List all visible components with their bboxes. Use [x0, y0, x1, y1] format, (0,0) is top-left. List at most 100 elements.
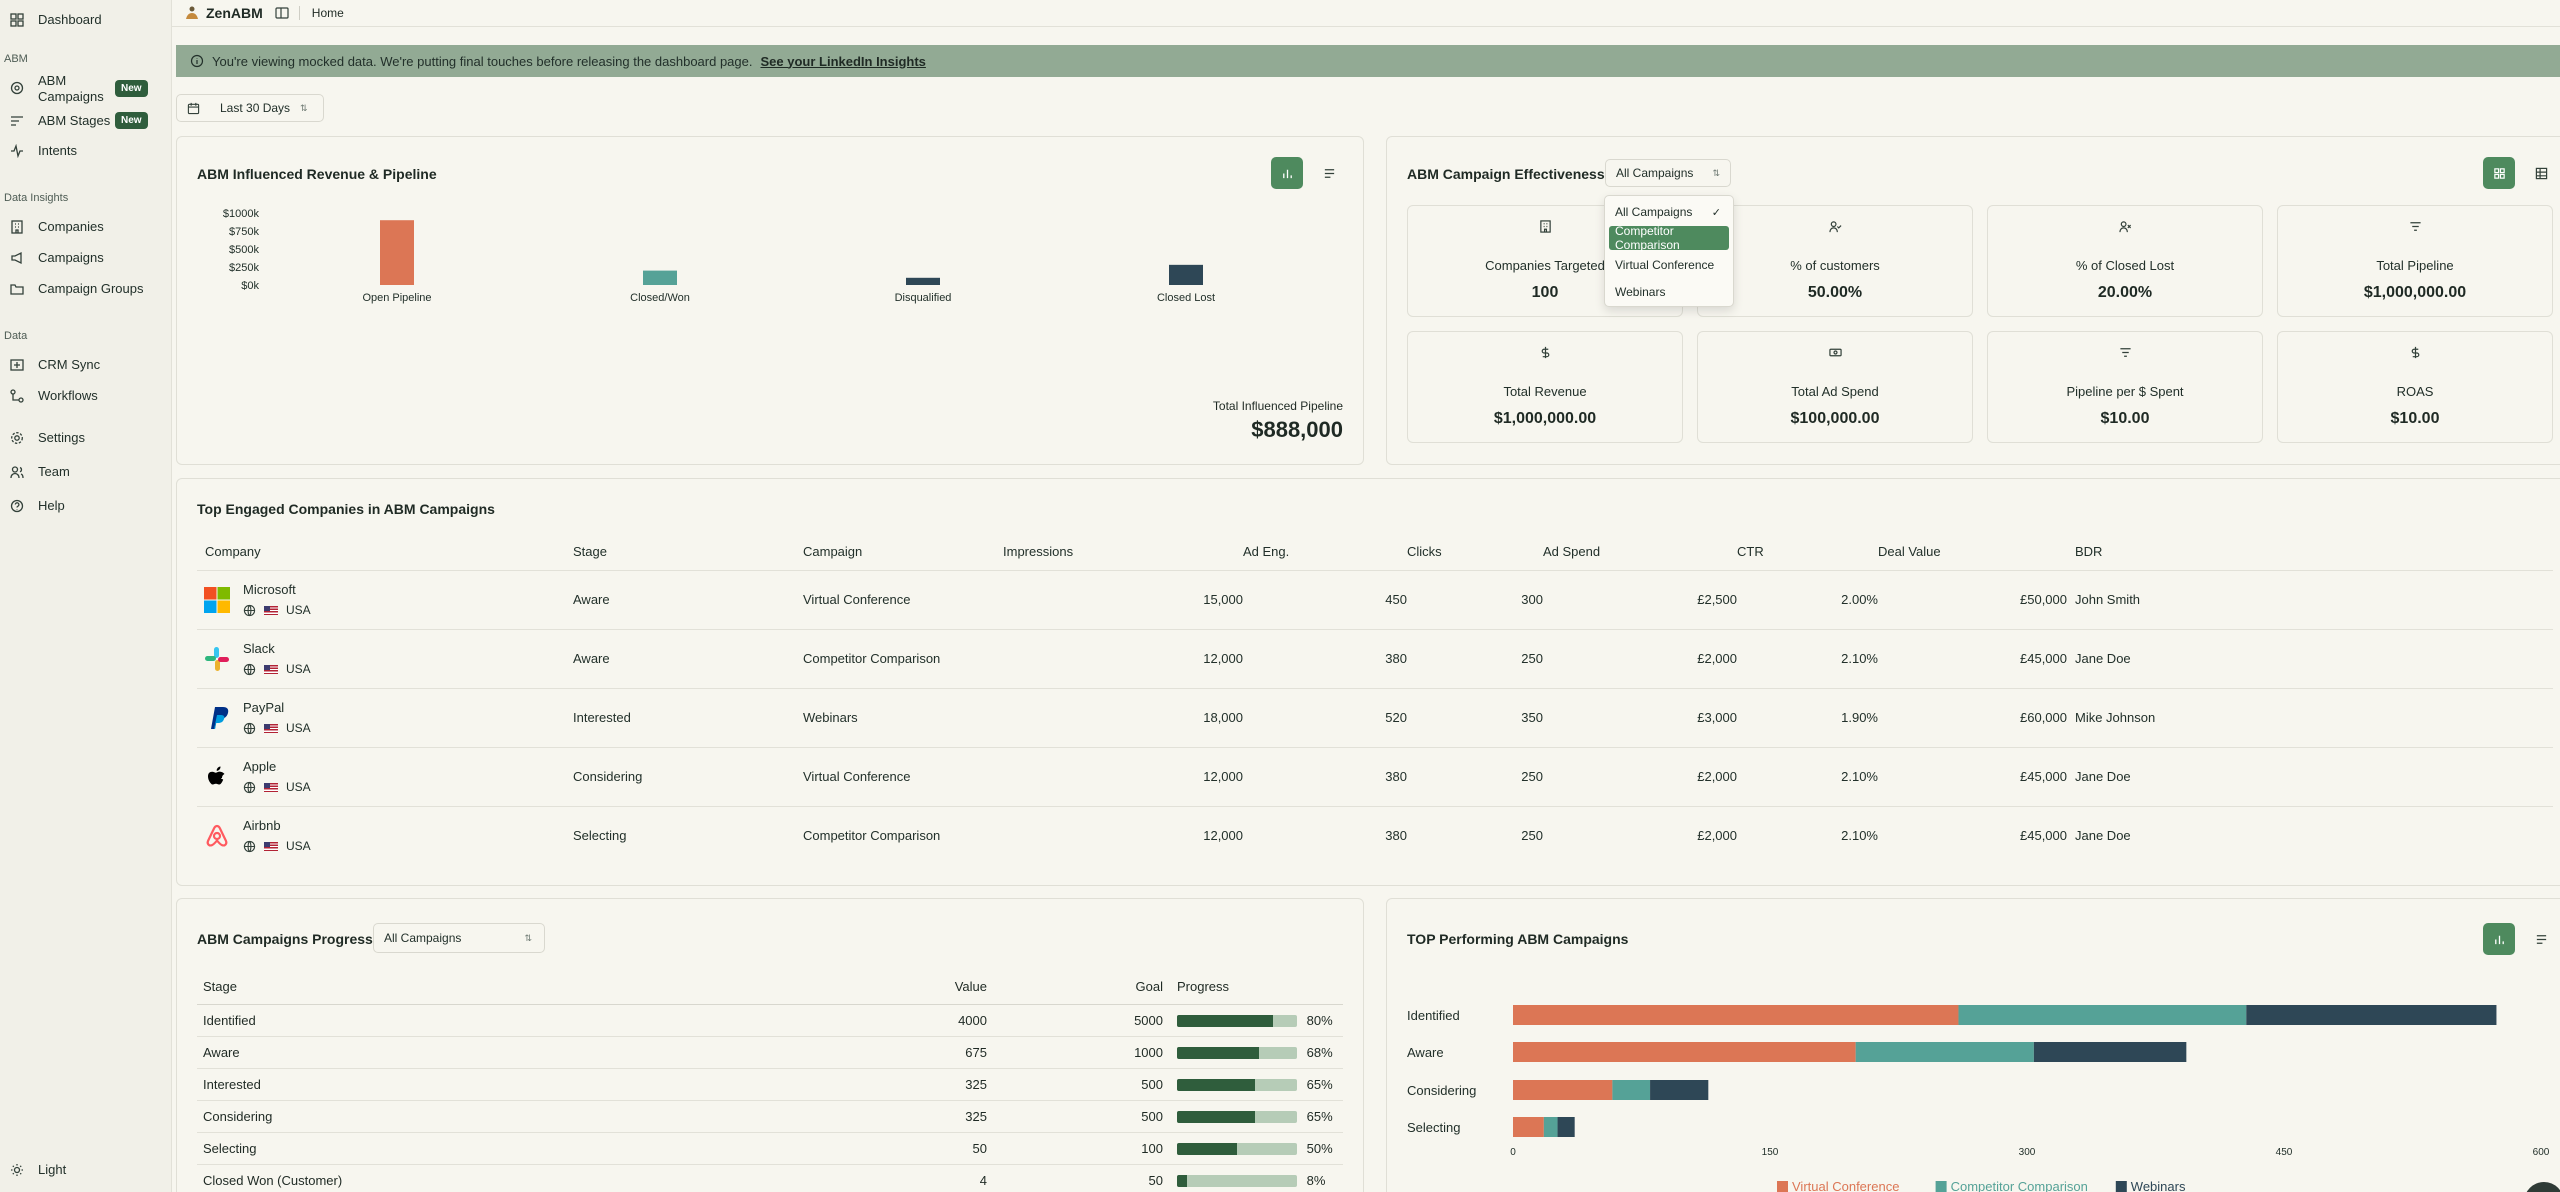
stacked-bar-segment[interactable] — [1650, 1080, 1709, 1100]
table-row[interactable]: Microsoft USA Aware Virtual Conference 1… — [197, 569, 2553, 629]
progress-bar — [1177, 1175, 1297, 1188]
table-row: Identified 4000 5000 80% — [197, 1003, 1343, 1036]
stacked-bar-segment[interactable] — [1513, 1080, 1613, 1100]
bdr-cell: Mike Johnson — [2067, 687, 2553, 747]
company-name[interactable]: Airbnb — [243, 818, 311, 833]
col-ctr[interactable]: CTR — [1737, 534, 1878, 570]
bar[interactable] — [1169, 264, 1203, 285]
stacked-bar-segment[interactable] — [1513, 1005, 1959, 1025]
col-bdr[interactable]: BDR — [2067, 534, 2553, 570]
stage-cell: Considering — [197, 1099, 897, 1132]
metric-value: $1,000,000.00 — [1493, 410, 1597, 427]
goal-cell: 100 — [987, 1131, 1163, 1164]
col-clicks[interactable]: Clicks — [1407, 534, 1543, 570]
dropdown-option-virtual-conference[interactable]: Virtual Conference — [1609, 253, 1729, 277]
sidebar-item-dashboard[interactable]: Dashboard — [10, 12, 102, 27]
dollar-icon — [2411, 346, 2419, 359]
stacked-bar-segment[interactable] — [1513, 1117, 1544, 1137]
bar[interactable] — [906, 277, 940, 285]
stage-cell: Considering — [573, 746, 803, 806]
list-view-button[interactable] — [1313, 157, 1345, 189]
company-name[interactable]: Microsoft — [243, 582, 311, 597]
col-company[interactable]: Company — [197, 534, 573, 570]
sidebar-item-settings[interactable]: Settings — [10, 430, 85, 445]
sidebar-item-crm-sync[interactable]: CRM Sync — [10, 357, 100, 372]
linkedin-insights-link[interactable]: See your LinkedIn Insights — [760, 54, 925, 69]
progress-bar-fill — [1177, 1047, 1259, 1060]
stacked-bar-segment[interactable] — [2246, 1005, 2497, 1025]
globe-icon[interactable] — [243, 663, 256, 676]
stacked-bar-segment[interactable] — [1855, 1042, 2034, 1062]
globe-icon[interactable] — [243, 840, 256, 853]
value-cell: 325 — [897, 1099, 987, 1132]
stacked-bar-segment[interactable] — [2033, 1042, 2187, 1062]
col-ad-spend[interactable]: Ad Spend — [1543, 534, 1737, 570]
bar[interactable] — [643, 270, 677, 285]
date-range-select[interactable]: Last 30 Days ⇅ — [176, 94, 324, 122]
chart-view-button[interactable] — [2483, 923, 2515, 955]
sidebar-item-team[interactable]: Team — [10, 464, 70, 479]
revenue-pipeline-card: ABM Influenced Revenue & Pipeline $1000k… — [176, 136, 1364, 465]
dropdown-option-all-campaigns[interactable]: All Campaigns ✓ — [1609, 200, 1729, 224]
col-stage[interactable]: Stage — [573, 534, 803, 570]
col-deal-value[interactable]: Deal Value — [1878, 534, 2067, 570]
dropdown-option-competitor-comparison[interactable]: Competitor Comparison — [1609, 224, 1729, 252]
progress-table: Stage Value Goal Progress Identified 400… — [197, 970, 1343, 1192]
col-campaign[interactable]: Campaign — [803, 534, 1003, 570]
sidebar-item-abm-stages[interactable]: ABM Stages — [10, 113, 110, 128]
sidebar-item-workflows[interactable]: Workflows — [10, 388, 98, 403]
sidebar-item-abm-campaigns[interactable]: ABM Campaigns — [10, 73, 104, 105]
campaign-link[interactable]: Virtual Conference — [803, 569, 1003, 629]
stacked-bar-segment[interactable] — [1543, 1117, 1558, 1137]
list-view-button[interactable] — [2525, 923, 2557, 955]
table-row: Considering 325 500 65% — [197, 1099, 1343, 1132]
x-tick-label: 150 — [1762, 1147, 1779, 1158]
company-name[interactable]: Slack — [243, 641, 311, 656]
globe-icon[interactable] — [243, 722, 256, 735]
stacked-bar-segment[interactable] — [1557, 1117, 1575, 1137]
campaign-link[interactable]: Webinars — [803, 687, 1003, 747]
effectiveness-campaign-select[interactable]: All Campaigns ⇅ — [1605, 159, 1731, 187]
sidebar-section-data-insights: Data Insights — [4, 192, 69, 204]
top-performing-campaigns-card: TOP Performing ABM Campaigns Identified A… — [1386, 898, 2560, 1192]
sidebar-item-help[interactable]: Help — [10, 498, 65, 513]
sidebar-item-campaign-groups[interactable]: Campaign Groups — [10, 281, 144, 296]
globe-icon[interactable] — [243, 781, 256, 794]
dropdown-option-webinars[interactable]: Webinars — [1609, 280, 1729, 304]
legend-label: Competitor Comparison — [1951, 1179, 2088, 1192]
stacked-bar-segment[interactable] — [1612, 1080, 1651, 1100]
bar[interactable] — [380, 220, 414, 285]
company-name[interactable]: PayPal — [243, 700, 311, 715]
theme-toggle[interactable]: Light — [10, 1162, 66, 1177]
sun-icon — [11, 1163, 23, 1176]
breadcrumb[interactable]: Home — [312, 6, 344, 20]
col-value: Value — [897, 970, 987, 1005]
ad-spend-cell: £2,500 — [1543, 569, 1737, 629]
table-row[interactable]: PayPal USA Interested Webinars 18,000 52… — [197, 687, 2553, 747]
table-view-button[interactable] — [2525, 157, 2557, 189]
table-row[interactable]: Apple USA Considering Virtual Conference… — [197, 746, 2553, 806]
stacked-bar-segment[interactable] — [1513, 1042, 1856, 1062]
table-row[interactable]: Slack USA Aware Competitor Comparison 12… — [197, 628, 2553, 688]
globe-icon[interactable] — [243, 604, 256, 617]
campaign-link[interactable]: Competitor Comparison — [803, 628, 1003, 688]
chart-view-button[interactable] — [1271, 157, 1303, 189]
stacked-bar-segment[interactable] — [1958, 1005, 2247, 1025]
metric-value: 20.00% — [2097, 284, 2153, 301]
campaign-link[interactable]: Virtual Conference — [803, 746, 1003, 806]
sidebar-item-intents[interactable]: Intents — [10, 143, 77, 158]
campaign-link[interactable]: Competitor Comparison — [803, 805, 1003, 865]
sidebar-item-campaigns[interactable]: Campaigns — [10, 250, 104, 265]
progress-campaign-select[interactable]: All Campaigns ⇅ — [373, 923, 545, 953]
metric-value: $10.00 — [2390, 410, 2440, 427]
grid-view-button[interactable] — [2483, 157, 2515, 189]
metric-label: ROAS — [2396, 384, 2434, 399]
company-name[interactable]: Apple — [243, 759, 311, 774]
sidebar-toggle-icon[interactable] — [275, 6, 289, 20]
sidebar-item-companies[interactable]: Companies — [10, 219, 104, 234]
metric-card: % of customers 50.00% — [1697, 205, 1973, 317]
col-impressions[interactable]: Impressions — [1003, 534, 1243, 570]
ad-engagement-cell: 380 — [1243, 805, 1407, 865]
col-ad-engagement[interactable]: Ad Eng. — [1243, 534, 1407, 570]
table-row[interactable]: Airbnb USA Selecting Competitor Comparis… — [197, 805, 2553, 865]
